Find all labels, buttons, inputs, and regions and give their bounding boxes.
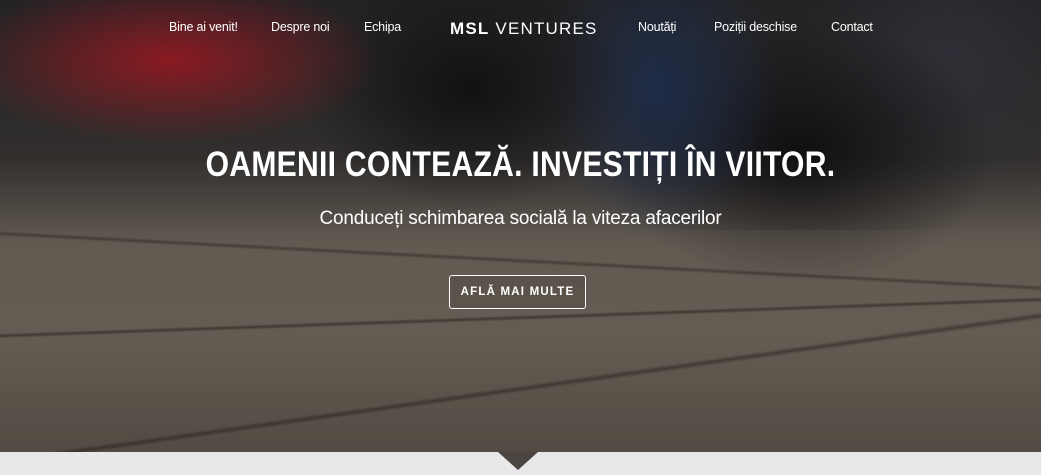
hero-headline: OAMENII CONTEAZĂ. INVESTIȚI ÎN VIITOR. xyxy=(205,145,836,184)
logo-light-text: VENTURES xyxy=(495,19,598,38)
nav-item-echipa[interactable]: Echipa xyxy=(364,20,401,34)
hero-subheadline: Conduceți schimbarea socială la viteza a… xyxy=(319,208,722,229)
site-logo[interactable]: MSL VENTURES xyxy=(450,19,598,39)
nav-item-despre-noi[interactable]: Despre noi xyxy=(271,20,330,34)
nav-item-noutati[interactable]: Noutăți xyxy=(638,20,676,34)
nav-item-pozitii-deschise[interactable]: Poziții deschise xyxy=(714,20,797,34)
top-navigation: Bine ai venit! Despre noi Echipa MSL VEN… xyxy=(0,0,1041,58)
triangle-down-icon[interactable] xyxy=(498,452,538,470)
logo-bold-text: MSL xyxy=(450,19,490,38)
nav-item-bine-ai-venit[interactable]: Bine ai venit! xyxy=(169,20,238,34)
nav-item-contact[interactable]: Contact xyxy=(831,20,873,34)
learn-more-button[interactable]: AFLĂ MAI MULTE xyxy=(449,275,586,309)
